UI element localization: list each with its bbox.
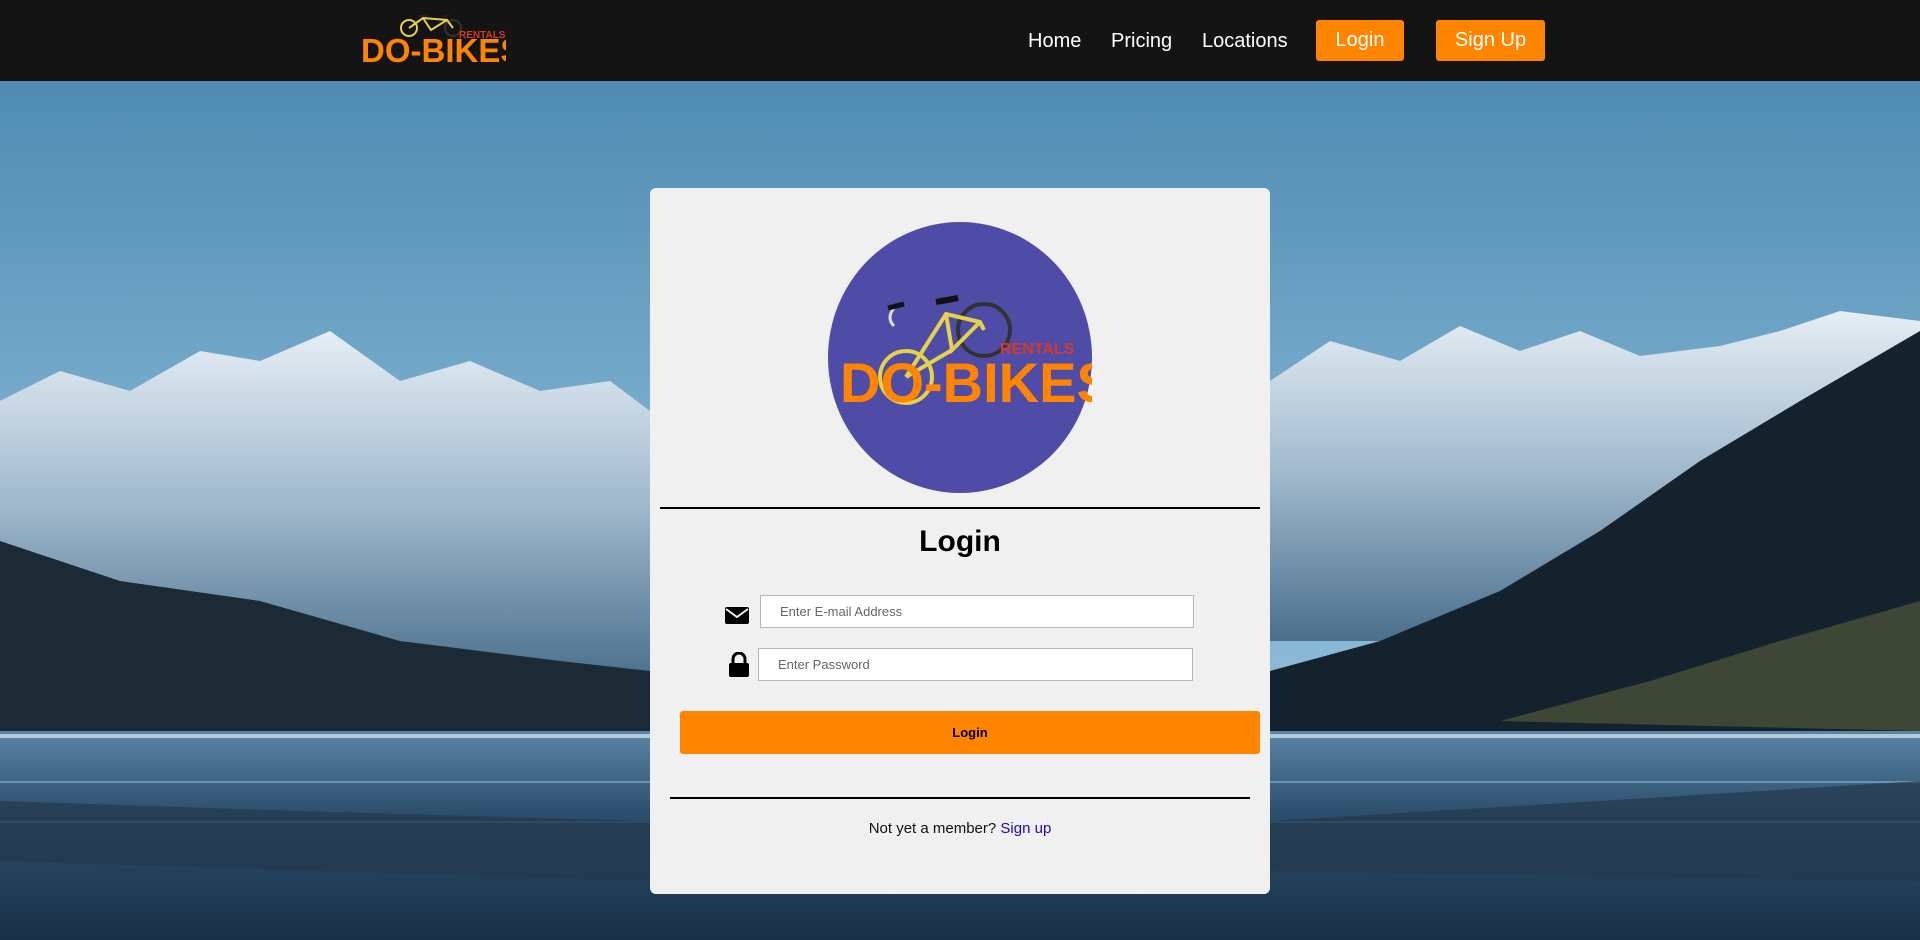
login-card: DO-BIKES RENTALS Login Login Not yet a m… [650,188,1270,894]
nav-locations-link[interactable]: Locations [1202,29,1288,53]
lock-icon [729,652,749,677]
signup-prompt: Not yet a member? Sign up [650,820,1270,838]
top-navbar: DO-BIKES RENTALS Home Pricing Locations … [0,0,1920,81]
nav-home-link[interactable]: Home [1028,29,1081,53]
brand-logo-subtext: RENTALS [459,30,506,41]
card-logo-subtext: RENTALS [1000,341,1075,358]
envelope-icon [725,607,749,624]
login-submit-button[interactable]: Login [680,711,1260,754]
nav-signup-button[interactable]: Sign Up [1436,20,1545,61]
member-prompt-text: Not yet a member? [868,820,997,837]
nav-pricing-link[interactable]: Pricing [1111,29,1172,53]
signup-link[interactable]: Sign up [1000,820,1051,837]
brand-logo[interactable]: DO-BIKES RENTALS [361,14,506,66]
password-input[interactable] [758,648,1193,681]
card-divider-bottom [670,797,1250,799]
card-logo-text: DO-BIKES [840,351,1092,414]
card-logo: DO-BIKES RENTALS [828,222,1092,493]
nav-login-button[interactable]: Login [1316,20,1404,61]
login-title: Login [919,525,1001,558]
card-divider-top [660,507,1260,509]
email-input[interactable] [760,595,1194,628]
